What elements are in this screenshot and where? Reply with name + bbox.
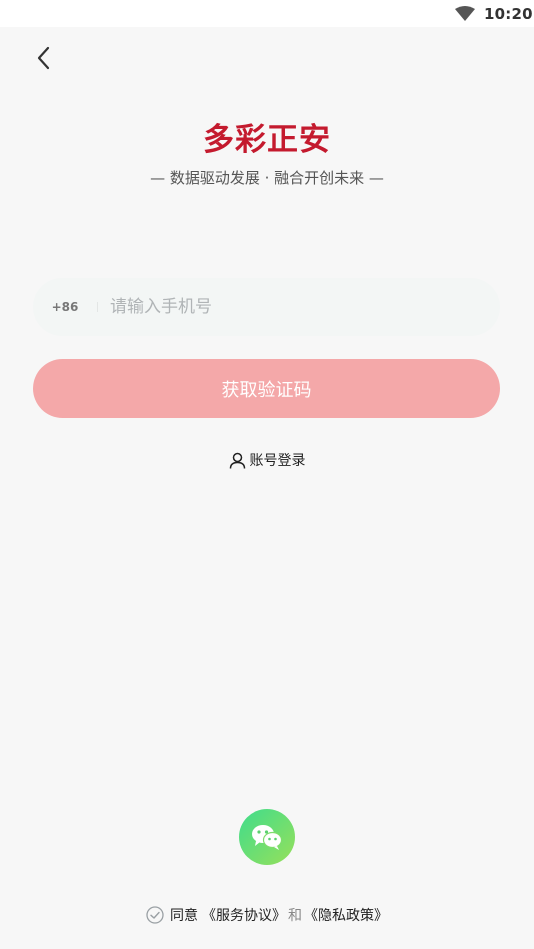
wechat-icon — [252, 825, 283, 850]
phone-field: +86 — [33, 278, 500, 336]
privacy-policy-link[interactable]: 《隐私政策》 — [304, 905, 388, 925]
get-code-button[interactable]: 获取验证码 — [33, 359, 500, 418]
agreement-conjunction: 和 — [288, 908, 302, 924]
terms-of-service-link[interactable]: 《服务协议》 — [202, 905, 286, 925]
slogan: — 数据驱动发展 · 融合开创未来 — — [150, 169, 384, 187]
agreement-row: 同意 《服务协议》 和 《隐私政策》 — [0, 905, 534, 925]
app-title: 多彩正安 — [203, 122, 331, 158]
check-circle-icon[interactable] — [146, 906, 164, 924]
user-icon — [229, 452, 245, 469]
back-button[interactable] — [30, 44, 56, 72]
phone-input[interactable] — [110, 278, 500, 336]
agreement-prefix: 同意 — [170, 908, 198, 924]
country-code-divider — [97, 302, 98, 312]
wechat-login-button[interactable] — [239, 809, 295, 865]
wifi-icon — [455, 6, 475, 21]
status-time: 10:20 — [484, 5, 533, 23]
country-code-selector[interactable]: +86 — [33, 300, 97, 314]
account-login-label: 账号登录 — [249, 453, 306, 469]
chevron-left-icon — [37, 46, 50, 70]
account-login-link[interactable]: 账号登录 — [0, 450, 534, 470]
status-bar: 10:20 — [0, 0, 534, 27]
